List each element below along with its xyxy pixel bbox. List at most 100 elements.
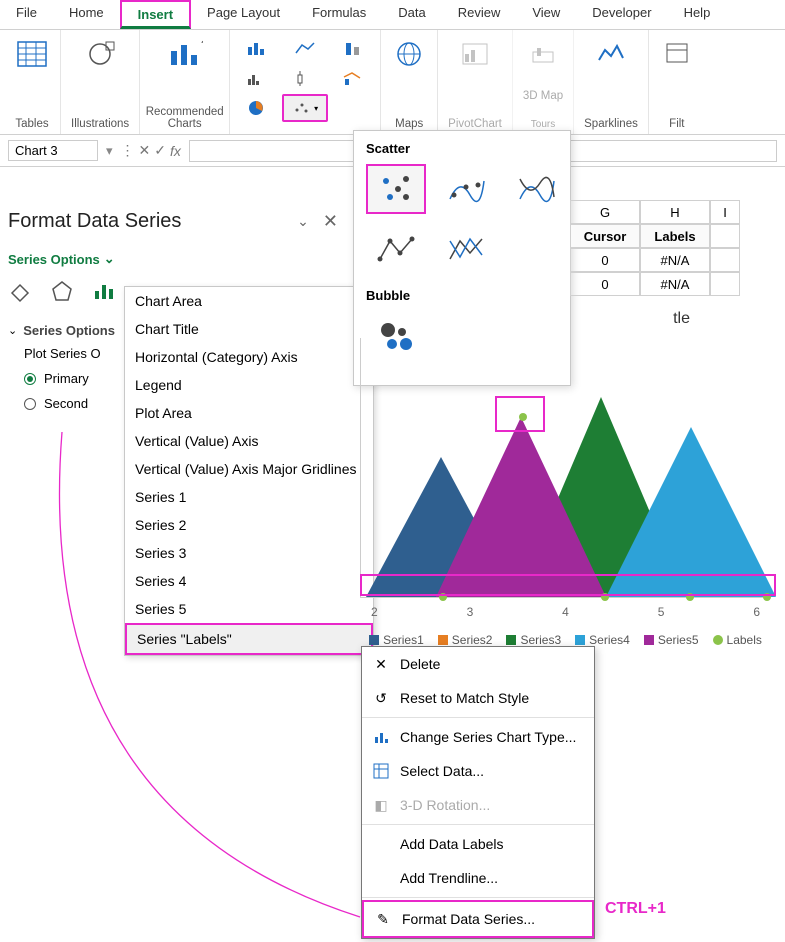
panel-close-icon[interactable]: ✕ — [323, 211, 338, 232]
elem-chart-area[interactable]: Chart Area — [125, 287, 373, 315]
scatter-type-straight-markers[interactable] — [366, 224, 426, 274]
cell-g-r2[interactable]: 0 — [570, 272, 640, 296]
elem-series-4[interactable]: Series 4 — [125, 567, 373, 595]
menu-developer[interactable]: Developer — [576, 0, 667, 29]
ribbon-3dmap[interactable]: 3D Map Tours — [513, 30, 574, 134]
cancel-icon[interactable]: ✕ — [139, 142, 151, 159]
ctx-select-data[interactable]: Select Data... — [362, 754, 594, 788]
menu-formulas[interactable]: Formulas — [296, 0, 382, 29]
scatter-type-smooth[interactable] — [506, 164, 566, 214]
embedded-chart[interactable]: tle 2 3 4 5 6 Series1 Series2 Series3 Se… — [350, 310, 770, 650]
scatter-type-smooth-markers[interactable] — [436, 164, 496, 214]
delete-icon: ✕ — [372, 655, 390, 673]
elem-series-2[interactable]: Series 2 — [125, 511, 373, 539]
ribbon-sparklines[interactable]: Sparklines — [574, 30, 649, 134]
ribbon-tables[interactable]: Tables — [4, 30, 61, 134]
menu-insert[interactable]: Insert — [120, 0, 191, 29]
cell-g-r1[interactable]: 0 — [570, 248, 640, 272]
scatter-type-dots[interactable] — [366, 164, 426, 214]
filters-icon — [659, 36, 695, 72]
ribbon-filters[interactable]: Filt — [649, 30, 705, 134]
chart-legend: Series1 Series2 Series3 Series4 Series5 … — [361, 633, 770, 647]
ribbon-pivotchart[interactable]: PivotChart — [438, 30, 513, 134]
elem-series-1[interactable]: Series 1 — [125, 483, 373, 511]
label-marker — [601, 593, 609, 601]
menu-page-layout[interactable]: Page Layout — [191, 0, 296, 29]
ctx-delete[interactable]: ✕Delete — [362, 647, 594, 681]
header-cursor[interactable]: Cursor — [570, 224, 640, 248]
chart-title: tle — [350, 310, 770, 328]
label-marker — [686, 593, 694, 601]
elem-series-labels[interactable]: Series "Labels" — [125, 623, 373, 655]
panel-chevron-icon[interactable]: ⌄ — [297, 213, 309, 230]
ribbon-pivotchart-label: PivotChart — [448, 118, 502, 130]
ribbon-illustrations[interactable]: Illustrations — [61, 30, 140, 134]
elem-plot-area[interactable]: Plot Area — [125, 399, 373, 427]
scatter-type-straight[interactable] — [436, 224, 496, 274]
ribbon-recommended-charts[interactable]: ? Recommended Charts — [140, 30, 230, 134]
maps-icon — [391, 36, 427, 72]
chart-box-icon[interactable] — [282, 64, 328, 92]
elem-series-3[interactable]: Series 3 — [125, 539, 373, 567]
ctx-add-trendline[interactable]: Add Trendline... — [362, 861, 594, 895]
chart-pie-icon[interactable] — [234, 94, 280, 122]
scatter-dropdown[interactable]: ▾ — [282, 94, 328, 122]
ribbon-tables-label: Tables — [15, 118, 48, 130]
menu-view[interactable]: View — [516, 0, 576, 29]
radio-unchecked-icon — [24, 398, 36, 410]
chevron-down-icon: ⌄ — [104, 251, 115, 267]
section-chevron-icon[interactable]: ⌄ — [8, 324, 17, 337]
cell-i-r1[interactable] — [710, 248, 740, 272]
fill-bucket-icon[interactable] — [8, 279, 32, 303]
ctx-add-data-labels[interactable]: Add Data Labels — [362, 827, 594, 861]
elem-legend[interactable]: Legend — [125, 371, 373, 399]
chart-combo-icon[interactable] — [330, 64, 376, 92]
label-marker — [763, 593, 771, 601]
cell-h-r2[interactable]: #N/A — [640, 272, 710, 296]
ctx-format-data-series[interactable]: ✎Format Data Series... — [362, 900, 594, 938]
confirm-icon[interactable]: ✓ — [154, 142, 166, 159]
elem-v-gridlines[interactable]: Vertical (Value) Axis Major Gridlines — [125, 455, 373, 483]
elem-h-axis[interactable]: Horizontal (Category) Axis — [125, 343, 373, 371]
menu-home[interactable]: Home — [53, 0, 120, 29]
menu-review[interactable]: Review — [442, 0, 517, 29]
chart-stacked-icon[interactable] — [330, 34, 376, 62]
cell-i-r2[interactable] — [710, 272, 740, 296]
ribbon-3dmap-label: 3D Map — [523, 90, 563, 102]
namebox-dropdown-icon[interactable]: ▾ — [106, 143, 113, 159]
bar-chart-icon[interactable] — [92, 279, 116, 303]
ribbon-tours-label: Tours — [531, 119, 555, 130]
series-context-menu: ✕Delete ↺Reset to Match Style Change Ser… — [361, 646, 595, 939]
name-box[interactable] — [8, 140, 98, 161]
cell-h-r1[interactable]: #N/A — [640, 248, 710, 272]
dots-icon[interactable]: ⋮ — [121, 142, 135, 159]
ctx-3d-rotation: ◧3-D Rotation... — [362, 788, 594, 822]
menu-help[interactable]: Help — [668, 0, 727, 29]
col-header-g[interactable]: G — [570, 200, 640, 224]
ctx-change-chart-type[interactable]: Change Series Chart Type... — [362, 720, 594, 754]
sparklines-icon — [593, 36, 629, 72]
col-header-h[interactable]: H — [640, 200, 710, 224]
chart-type-icon — [372, 728, 390, 746]
chart-plot-area[interactable]: 2 3 4 5 6 Series1 Series2 Series3 Series… — [360, 338, 770, 598]
header-labels[interactable]: Labels — [640, 224, 710, 248]
pentagon-icon[interactable] — [50, 279, 74, 303]
menu-file[interactable]: File — [0, 0, 53, 29]
elem-chart-title[interactable]: Chart Title — [125, 315, 373, 343]
chart-bar-icon[interactable] — [234, 34, 280, 62]
menu-data[interactable]: Data — [382, 0, 441, 29]
chart-line-icon[interactable] — [282, 34, 328, 62]
elem-v-axis[interactable]: Vertical (Value) Axis — [125, 427, 373, 455]
scatter-heading: Scatter — [366, 141, 558, 156]
fx-label[interactable]: fx — [170, 143, 181, 159]
ribbon-maps[interactable]: Maps — [381, 30, 438, 134]
elem-series-5[interactable]: Series 5 — [125, 595, 373, 623]
col-header-i[interactable]: I — [710, 200, 740, 224]
chart-element-dropdown: Chart Area Chart Title Horizontal (Categ… — [124, 286, 374, 656]
ctx-reset-style[interactable]: ↺Reset to Match Style — [362, 681, 594, 715]
bubble-heading: Bubble — [366, 288, 558, 303]
cell-i-blank[interactable] — [710, 224, 740, 248]
chart-hist-icon[interactable] — [234, 64, 280, 92]
series-options-dropdown[interactable]: Series Options ⌄ — [8, 251, 338, 267]
radio-checked-icon — [24, 373, 36, 385]
